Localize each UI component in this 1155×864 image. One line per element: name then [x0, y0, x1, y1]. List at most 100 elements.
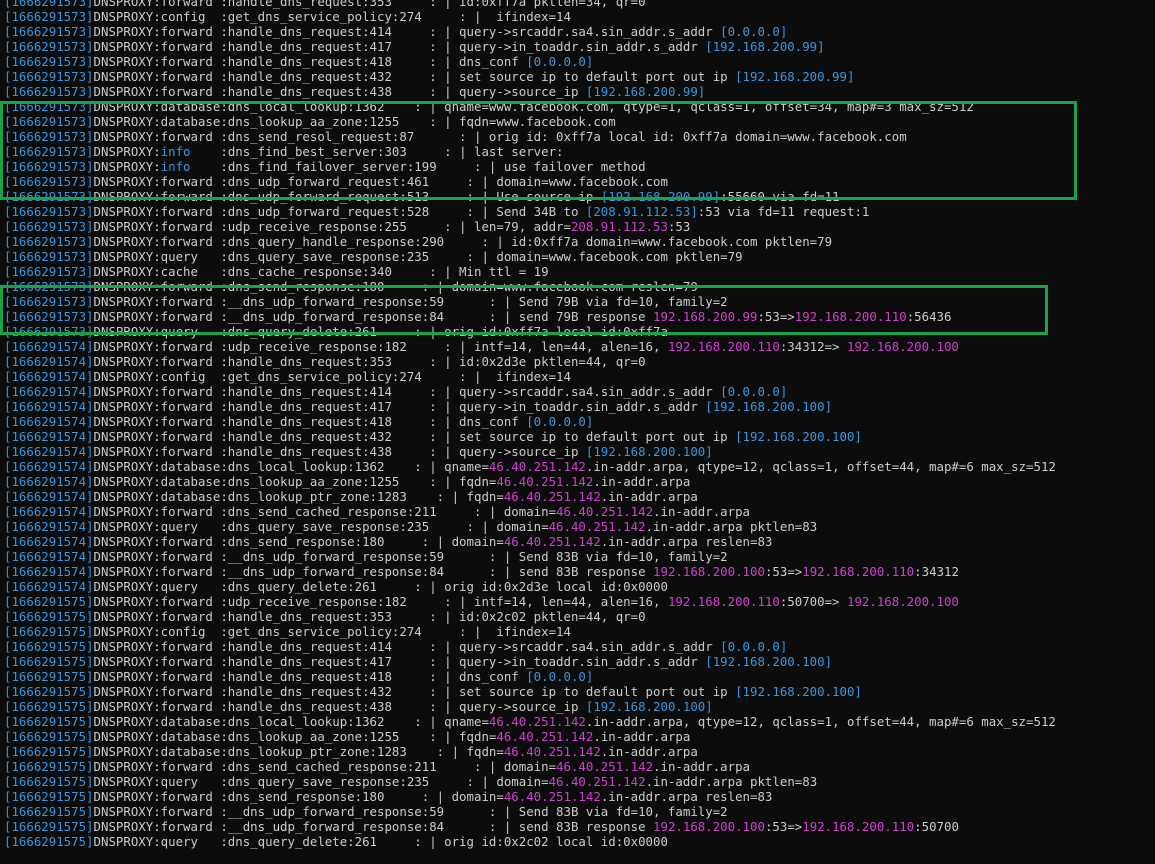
- log-text-segment: DNSPROXY:: [93, 159, 161, 174]
- log-timestamp: [1666291574]: [4, 354, 94, 369]
- log-timestamp: [1666291573]: [4, 249, 94, 264]
- log-text-segment: 192.168.200.110: [667, 594, 780, 609]
- log-timestamp: [1666291573]: [4, 99, 94, 114]
- log-text-segment: DNSPROXY:forward :dns_send_resol_request…: [93, 129, 907, 144]
- log-text-segment: [0.0.0.0]: [526, 54, 594, 69]
- log-line: [1666291573]DNSPROXY:forward :handle_dns…: [0, 69, 1155, 84]
- log-line: [1666291573]DNSPROXY:forward :__dns_udp_…: [0, 309, 1155, 324]
- log-text-segment: DNSPROXY:forward :handle_dns_request:353…: [93, 609, 646, 624]
- log-text-segment: :55660 via fd=11: [720, 189, 840, 204]
- log-timestamp: [1666291574]: [4, 534, 94, 549]
- log-text-segment: DNSPROXY:database:dns_lookup_ptr_zone:12…: [93, 744, 504, 759]
- log-timestamp: [1666291574]: [4, 564, 94, 579]
- log-text-segment: DNSPROXY:forward :__dns_udp_forward_resp…: [93, 294, 728, 309]
- log-line: [1666291573]DNSPROXY:config :get_dns_ser…: [0, 9, 1155, 24]
- log-line: [1666291573]DNSPROXY:info :dns_find_fail…: [0, 159, 1155, 174]
- log-text-segment: :53=>: [757, 309, 795, 324]
- log-line: [1666291575]DNSPROXY:database:dns_local_…: [0, 714, 1155, 729]
- log-text-segment: 192.168.200.110: [802, 819, 915, 834]
- log-text-segment: [0.0.0.0]: [526, 669, 594, 684]
- log-timestamp: [1666291575]: [4, 819, 94, 834]
- log-text-segment: DNSPROXY:query :dns_query_delete:261 : |…: [93, 834, 668, 849]
- log-line: [1666291573]DNSPROXY:query :dns_query_sa…: [0, 249, 1155, 264]
- log-text-segment: [0.0.0.0]: [720, 24, 788, 39]
- log-line: [1666291574]DNSPROXY:database:dns_lookup…: [0, 474, 1155, 489]
- log-text-segment: info: [160, 144, 191, 159]
- log-timestamp: [1666291574]: [4, 444, 94, 459]
- log-line: [1666291574]DNSPROXY:forward :handle_dns…: [0, 354, 1155, 369]
- log-line: [1666291573]DNSPROXY:forward :handle_dns…: [0, 0, 1155, 9]
- log-text-segment: :dns_find_failover_server:199 : | use fa…: [190, 159, 646, 174]
- log-line: [1666291575]DNSPROXY:forward :handle_dns…: [0, 654, 1155, 669]
- log-line: [1666291573]DNSPROXY:database:dns_lookup…: [0, 114, 1155, 129]
- log-line: [1666291573]DNSPROXY:forward :dns_send_r…: [0, 129, 1155, 144]
- log-text-segment: [192.168.200.99]: [705, 39, 825, 54]
- log-timestamp: [1666291574]: [4, 459, 94, 474]
- log-timestamp: [1666291573]: [4, 54, 94, 69]
- log-text-segment: DNSPROXY:query :dns_query_save_response:…: [93, 519, 549, 534]
- log-text-segment: DNSPROXY:forward :handle_dns_request:438…: [93, 699, 586, 714]
- log-line: [1666291574]DNSPROXY:forward :handle_dns…: [0, 399, 1155, 414]
- log-text-segment: [192.168.200.100]: [705, 654, 833, 669]
- log-timestamp: [1666291575]: [4, 774, 94, 789]
- log-text-segment: DNSPROXY:forward :__dns_udp_forward_resp…: [93, 549, 728, 564]
- log-text-segment: :53 via fd=11 request:1: [697, 204, 870, 219]
- log-line: [1666291574]DNSPROXY:forward :__dns_udp_…: [0, 549, 1155, 564]
- log-text-segment: DNSPROXY:forward :handle_dns_request:417…: [93, 399, 706, 414]
- log-text-segment: DNSPROXY:cache :dns_cache_response:340 :…: [93, 264, 549, 279]
- log-text-segment: DNSPROXY:query :dns_query_save_response:…: [93, 774, 549, 789]
- log-line: [1666291573]DNSPROXY:forward :udp_receiv…: [0, 219, 1155, 234]
- log-text-segment: DNSPROXY:query :dns_query_delete:261 : |…: [93, 324, 668, 339]
- log-timestamp: [1666291575]: [4, 684, 94, 699]
- log-timestamp: [1666291573]: [4, 294, 94, 309]
- log-timestamp: [1666291573]: [4, 84, 94, 99]
- log-text-segment: DNSPROXY:forward :handle_dns_request:417…: [93, 39, 706, 54]
- log-text-segment: [0.0.0.0]: [720, 639, 788, 654]
- log-timestamp: [1666291573]: [4, 159, 94, 174]
- log-text-segment: DNSPROXY:forward :handle_dns_request:417…: [93, 654, 706, 669]
- log-text-segment: DNSPROXY:forward :handle_dns_request:438…: [93, 444, 586, 459]
- log-timestamp: [1666291575]: [4, 669, 94, 684]
- log-text-segment: DNSPROXY:forward :dns_send_response:180 …: [93, 534, 504, 549]
- log-text-segment: 46.40.251.142: [503, 789, 601, 804]
- log-text-segment: 208.91.112.53: [570, 219, 668, 234]
- log-text-segment: DNSPROXY:forward :dns_query_handle_respo…: [93, 234, 833, 249]
- log-timestamp: [1666291575]: [4, 624, 94, 639]
- log-timestamp: [1666291574]: [4, 369, 94, 384]
- log-line: [1666291575]DNSPROXY:forward :dns_send_r…: [0, 789, 1155, 804]
- log-text-segment: [192.168.200.99]: [585, 84, 706, 99]
- log-text-segment: 192.168.200.100: [653, 564, 765, 579]
- log-text-segment: 46.40.251.142: [488, 459, 586, 474]
- log-text-segment: DNSPROXY:forward :dns_udp_forward_reques…: [93, 189, 601, 204]
- log-text-segment: .in-addr.arpa: [600, 744, 698, 759]
- log-line: [1666291575]DNSPROXY:forward :__dns_udp_…: [0, 819, 1155, 834]
- log-text-segment: DNSPROXY:forward :__dns_udp_forward_resp…: [93, 819, 654, 834]
- log-text-segment: DNSPROXY:forward :handle_dns_request:414…: [93, 24, 721, 39]
- log-timestamp: [1666291574]: [4, 549, 94, 564]
- log-line: [1666291573]DNSPROXY:forward :dns_udp_fo…: [0, 204, 1155, 219]
- log-text-segment: [192.168.200.100]: [585, 699, 713, 714]
- log-timestamp: [1666291574]: [4, 489, 94, 504]
- log-timestamp: [1666291573]: [4, 264, 94, 279]
- log-line: [1666291573]DNSPROXY:query :dns_query_de…: [0, 324, 1155, 339]
- log-timestamp: [1666291573]: [4, 309, 94, 324]
- log-line: [1666291573]DNSPROXY:cache :dns_cache_re…: [0, 264, 1155, 279]
- log-text-segment: DNSPROXY:database:dns_local_lookup:1362 …: [93, 99, 974, 114]
- log-text-segment: 46.40.251.142: [503, 489, 601, 504]
- log-timestamp: [1666291575]: [4, 834, 94, 849]
- log-text-segment: [192.168.200.99]: [600, 189, 721, 204]
- log-text-segment: :53: [667, 219, 691, 234]
- log-text-segment: [192.168.200.100]: [735, 429, 862, 444]
- log-timestamp: [1666291574]: [4, 399, 94, 414]
- log-text-segment: DNSPROXY:forward :dns_send_cached_respon…: [93, 504, 557, 519]
- log-line: [1666291575]DNSPROXY:forward :handle_dns…: [0, 684, 1155, 699]
- log-timestamp: [1666291574]: [4, 474, 94, 489]
- log-text-segment: 192.168.200.110: [802, 564, 915, 579]
- log-timestamp: [1666291573]: [4, 39, 94, 54]
- log-text-segment: [0.0.0.0]: [720, 384, 788, 399]
- log-line: [1666291573]DNSPROXY:forward :dns_udp_fo…: [0, 174, 1155, 189]
- log-text-segment: DNSPROXY:forward :dns_send_cached_respon…: [93, 759, 557, 774]
- log-line: [1666291575]DNSPROXY:query :dns_query_sa…: [0, 774, 1155, 789]
- log-text-segment: .in-addr.arpa reslen=83: [600, 789, 773, 804]
- log-text-segment: :53=>: [764, 564, 803, 579]
